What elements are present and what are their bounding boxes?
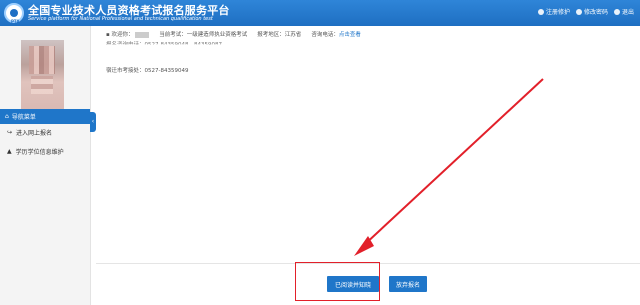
site-subtitle: Service platform for National Profession… [28, 16, 213, 22]
sidebar-item-online-registration[interactable]: ↪ 进入网上报名 [0, 125, 90, 139]
current-exam-value: 一级建造师执业资格考试 [186, 32, 248, 38]
sidebar-item-label: 学历学位信息维护 [15, 148, 64, 156]
header-links: 注册修护 修改密码 退出 [537, 7, 634, 16]
region-label: 报考地区： [257, 32, 285, 38]
info-icon [537, 8, 544, 15]
logout-link[interactable]: 退出 [613, 7, 634, 16]
main-content: ▪ 欢迎你： 当前考试：一级建造师执业资格考试 报考地区：江苏省 咨询电话：点击… [96, 26, 640, 305]
user-icon: ▪ [106, 32, 110, 38]
logout-label: 退出 [621, 9, 634, 16]
change-password-label: 修改密码 [583, 9, 608, 16]
sidebar-item-label: 进入网上报名 [16, 129, 53, 137]
user-info-bar: ▪ 欢迎你： 当前考试：一级建造师执业资格考试 报考地区：江苏省 咨询电话：点击… [106, 30, 361, 38]
nav-menu-header: ⌂ 导航菜单 [0, 109, 90, 124]
exam-region: 报考地区：江苏省 [257, 30, 301, 38]
welcome-label: 欢迎你： [111, 32, 134, 38]
logo-text: PTA [11, 19, 20, 24]
content-divider [96, 263, 640, 264]
consult-view-link[interactable]: 点击查看 [339, 32, 361, 38]
logout-icon [613, 8, 620, 15]
consult-label: 咨询电话： [311, 32, 339, 38]
redacted-username [135, 31, 150, 38]
current-exam: 当前考试：一级建造师执业资格考试 [159, 30, 247, 38]
home-icon: ⌂ [5, 113, 9, 120]
edit-icon [575, 8, 582, 15]
consult-phone: 咨询电话：点击查看 [311, 30, 361, 38]
site-logo: PTA [4, 3, 24, 24]
register-maintain-label: 注册修护 [545, 9, 570, 16]
graduation-cap-icon: ▲ [7, 147, 12, 155]
city-office-phone: 宿迁市考接处：0527-84359049 [106, 68, 189, 74]
nav-menu-title: 导航菜单 [11, 114, 36, 121]
top-header: PTA 全国专业技术人员资格考试报名服务平台 Service platform … [0, 0, 640, 26]
region-value: 江苏省 [284, 32, 302, 38]
user-welcome: ▪ 欢迎你： [106, 30, 150, 38]
register-maintain-link[interactable]: 注册修护 [537, 7, 570, 16]
read-and-acknowledge-button[interactable]: 已阅读并知晓 [327, 276, 379, 292]
share-arrow-icon: ↪ [7, 128, 13, 136]
chevron-left-icon: ‹ [91, 118, 95, 125]
abandon-registration-button[interactable]: 放弃报名 [389, 276, 427, 292]
avatar [21, 40, 64, 110]
sidebar: ⌂ 导航菜单 ↪ 进入网上报名 ▲ 学历学位信息维护 [0, 26, 91, 305]
change-password-link[interactable]: 修改密码 [575, 7, 608, 16]
faint-phone-text: 报名咨询电话：0527-84359048、84359087 [106, 42, 222, 48]
current-exam-label: 当前考试： [159, 32, 187, 38]
sidebar-item-education-info[interactable]: ▲ 学历学位信息维护 [0, 144, 90, 158]
